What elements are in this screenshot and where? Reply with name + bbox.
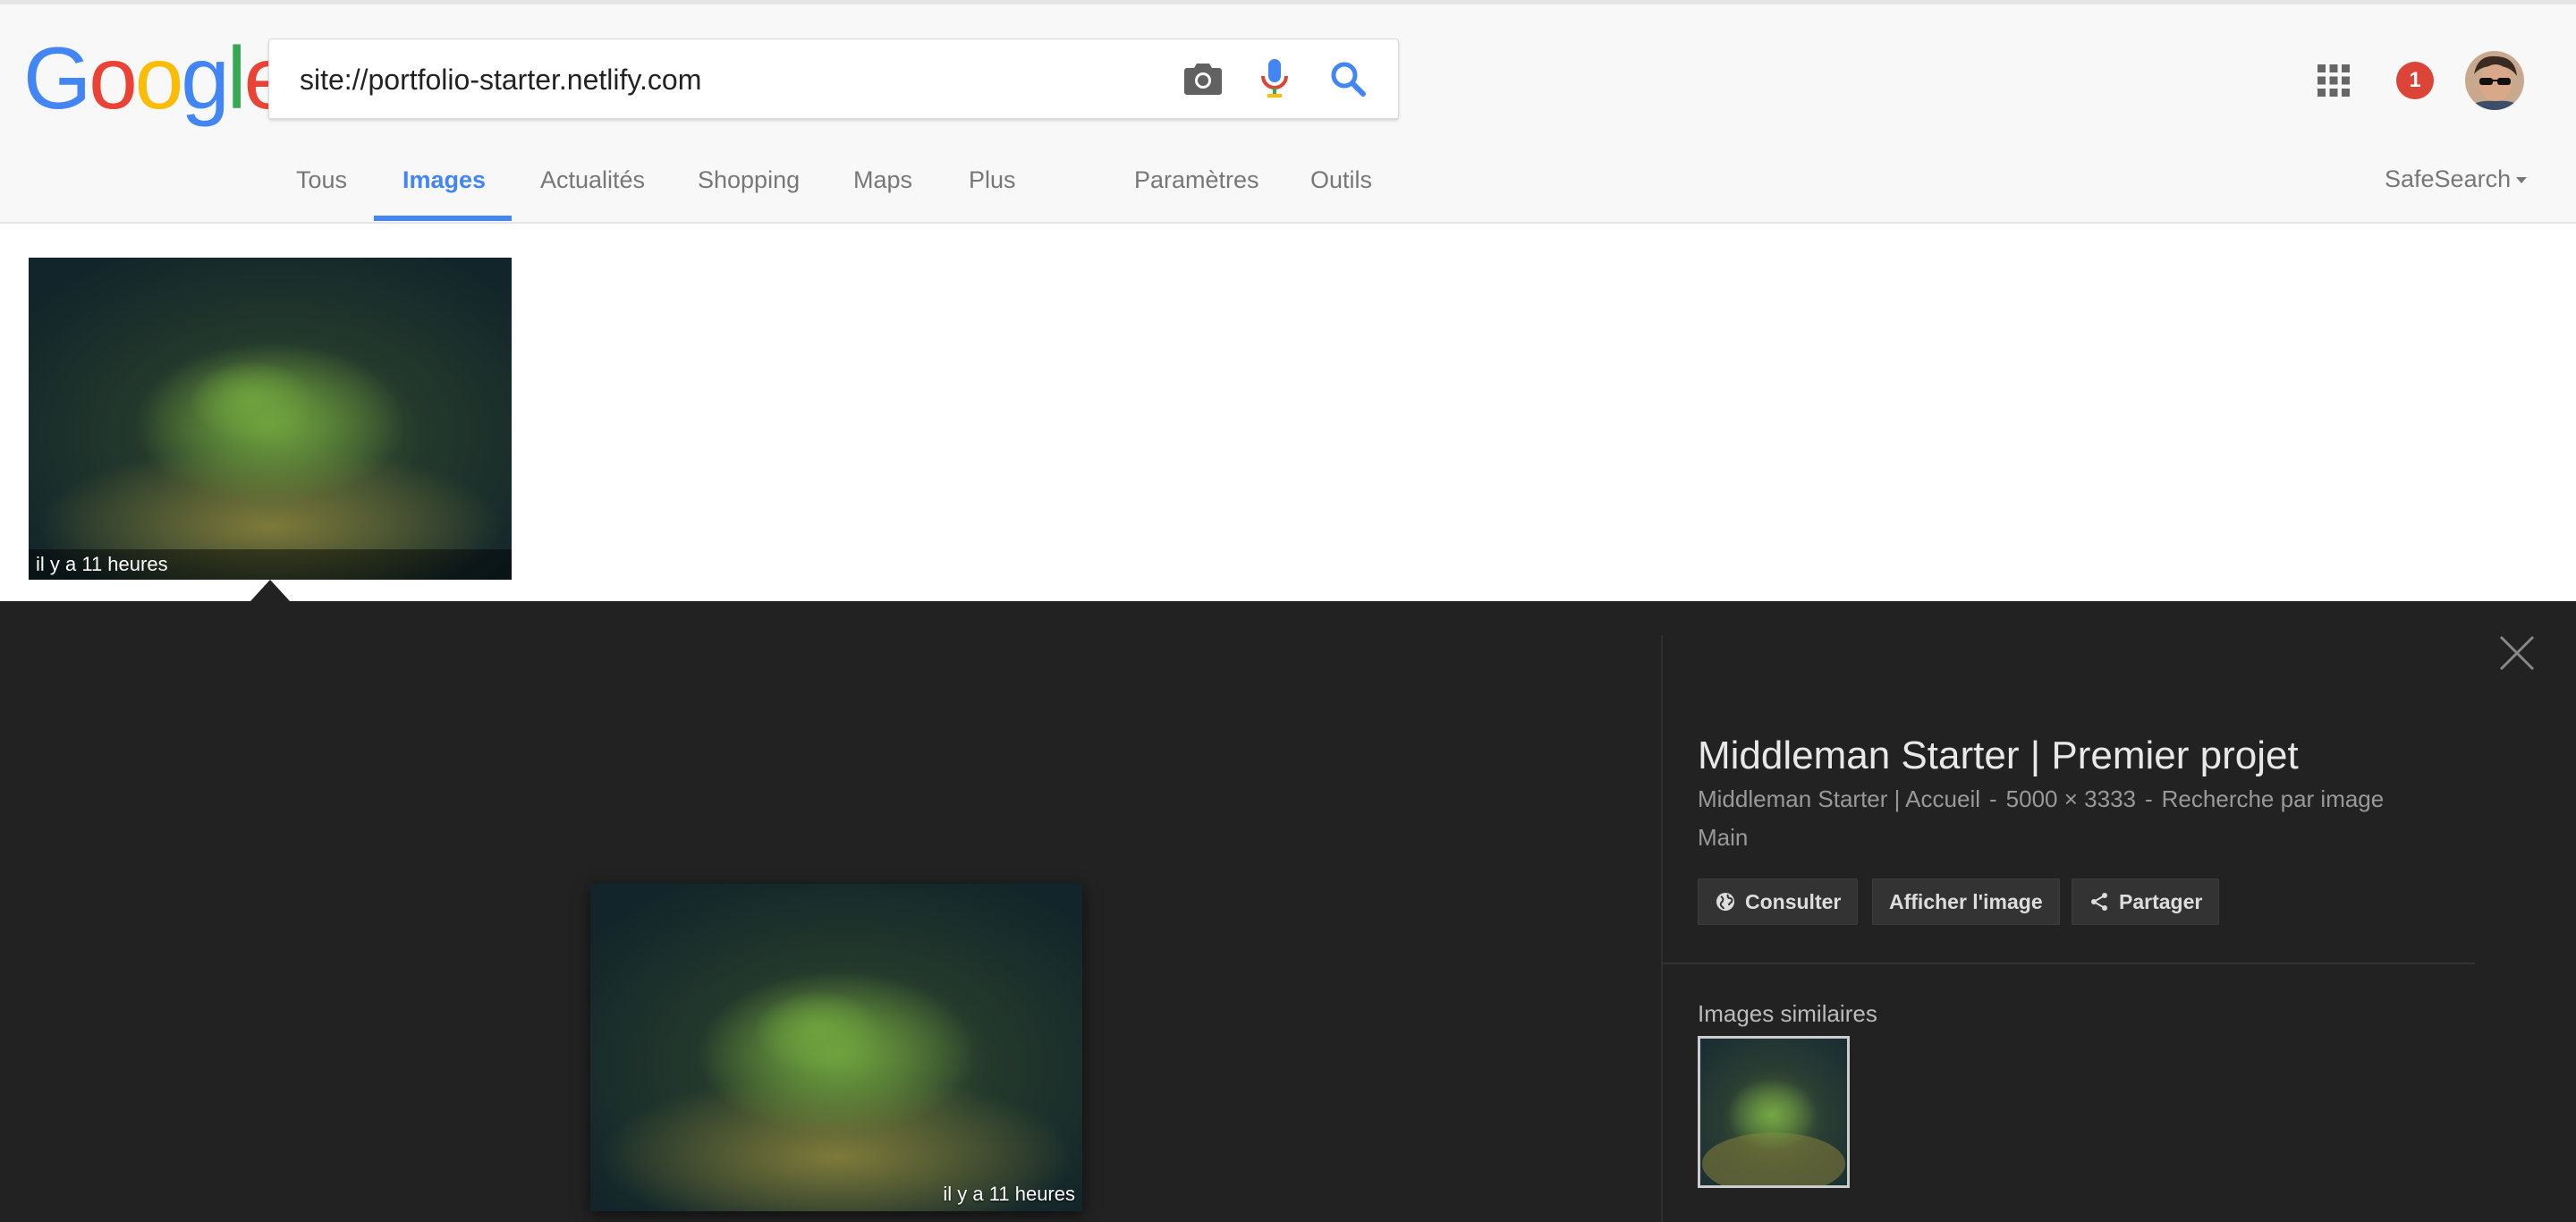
apps-grid-icon[interactable] bbox=[2316, 63, 2351, 98]
similar-image-thumbnail[interactable] bbox=[1698, 1036, 1850, 1188]
safesearch-label: SafeSearch bbox=[2385, 165, 2512, 192]
search-box bbox=[268, 38, 1399, 119]
logo-letter: o bbox=[134, 29, 183, 127]
globe-icon bbox=[1716, 893, 1734, 911]
preview-metadata: Middleman Starter | Accueil -5000 × 3333-… bbox=[1698, 785, 2384, 813]
google-logo[interactable]: Google bbox=[23, 29, 292, 127]
share-label: Partager bbox=[2119, 889, 2203, 913]
panel-separator bbox=[1661, 963, 2475, 964]
panel-divider bbox=[1661, 635, 1663, 1222]
tab-more[interactable]: Plus bbox=[969, 166, 1016, 194]
tab-shopping[interactable]: Shopping bbox=[698, 166, 800, 194]
tab-tools[interactable]: Outils bbox=[1310, 166, 1372, 194]
view-image-label: Afficher l'image bbox=[1889, 889, 2043, 913]
preview-image[interactable]: il y a 11 heures bbox=[590, 884, 1082, 1211]
image-dimensions: 5000 × 3333 bbox=[2005, 785, 2136, 812]
tab-news[interactable]: Actualités bbox=[540, 166, 645, 194]
preview-timestamp: il y a 11 heures bbox=[943, 1183, 1075, 1205]
selection-pointer bbox=[250, 580, 290, 601]
tab-settings[interactable]: Paramètres bbox=[1134, 166, 1259, 194]
tab-images[interactable]: Images bbox=[402, 166, 486, 194]
image-preview-panel: il y a 11 heures Middleman Starter | Pre… bbox=[0, 601, 2576, 1222]
logo-letter: o bbox=[89, 29, 137, 127]
microphone-icon[interactable] bbox=[1250, 54, 1300, 104]
logo-letter: l bbox=[226, 29, 247, 127]
avatar[interactable] bbox=[2465, 51, 2524, 110]
search-input[interactable] bbox=[298, 52, 1160, 107]
logo-letter: g bbox=[181, 29, 229, 127]
preview-subtitle: Main bbox=[1698, 824, 1749, 851]
tab-all[interactable]: Tous bbox=[296, 166, 347, 194]
preview-title[interactable]: Middleman Starter | Premier projet bbox=[1698, 734, 2299, 778]
view-image-button[interactable]: Afficher l'image bbox=[1872, 878, 2060, 925]
search-by-image-link[interactable]: Recherche par image bbox=[2162, 785, 2385, 812]
source-link[interactable]: Middleman Starter | Accueil bbox=[1698, 785, 1980, 812]
safesearch-dropdown[interactable]: SafeSearch bbox=[2385, 165, 2528, 193]
share-button[interactable]: Partager bbox=[2072, 878, 2220, 925]
logo-letter: G bbox=[23, 29, 91, 127]
active-tab-indicator bbox=[374, 216, 512, 221]
forest-moss-image bbox=[1700, 1039, 1847, 1185]
search-icon[interactable] bbox=[1323, 54, 1373, 104]
separator: - bbox=[1989, 785, 1997, 812]
camera-icon[interactable] bbox=[1178, 54, 1228, 104]
notification-badge[interactable]: 1 bbox=[2396, 62, 2434, 99]
similar-images-heading: Images similaires bbox=[1698, 1000, 1877, 1027]
forest-moss-image bbox=[29, 258, 512, 580]
share-icon bbox=[2091, 893, 2107, 911]
visit-button[interactable]: Consulter bbox=[1698, 878, 1859, 925]
separator: - bbox=[2144, 785, 2153, 812]
image-result[interactable]: il y a 11 heures bbox=[29, 258, 512, 580]
visit-label: Consulter bbox=[1745, 889, 1842, 913]
tab-maps[interactable]: Maps bbox=[853, 166, 912, 194]
forest-moss-image bbox=[590, 884, 1082, 1211]
close-icon[interactable] bbox=[2497, 633, 2537, 673]
caret-down-icon bbox=[2516, 177, 2528, 184]
image-timestamp: il y a 11 heures bbox=[29, 549, 512, 580]
